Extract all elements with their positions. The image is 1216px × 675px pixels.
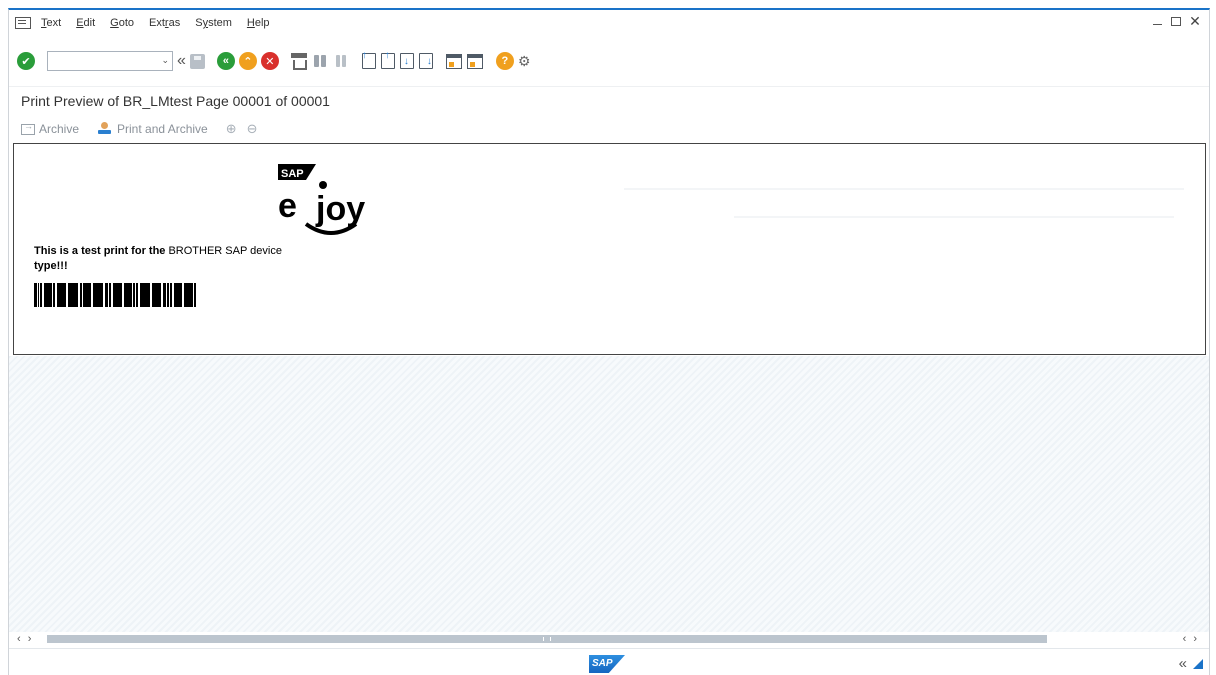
collapse-command-icon[interactable]: « [177, 52, 186, 70]
status-bar: SAP « [9, 648, 1209, 675]
logo-sap-text: SAP [281, 168, 304, 180]
menu-text-label: Text [41, 17, 62, 29]
settings-icon[interactable]: ⚙ [518, 53, 531, 70]
archive-button[interactable]: Archive [21, 121, 80, 136]
last-page-icon[interactable] [418, 53, 433, 69]
system-toolbar: ✔ ⌄ « « ⌃ ✕ ? ⚙ [9, 48, 1209, 74]
first-page-icon[interactable] [361, 50, 376, 69]
window-controls: ✕ [1151, 14, 1201, 28]
menu-item-help[interactable]: Help [247, 17, 270, 29]
status-resize-icon[interactable] [1193, 659, 1203, 669]
command-input[interactable] [48, 53, 158, 71]
menu-item-extras[interactable]: Extras [149, 17, 180, 29]
archive-icon [21, 121, 35, 135]
print-archive-icon [97, 122, 113, 136]
scrollbar-thumb[interactable] [47, 635, 1047, 643]
scroll-left-right-icon[interactable]: ‹ › [17, 633, 47, 645]
horizontal-scrollbar[interactable]: ‹ › ‹ › [9, 632, 1209, 646]
print-preview-page: SAP e joy This is a test print for the B… [13, 143, 1206, 355]
page-title: Print Preview of BR_LMtest Page 00001 of… [9, 86, 1209, 114]
sap-window: Text Edit Goto Extras System Help ✕ ✔ ⌄ … [8, 8, 1210, 675]
menu-system-label: System [195, 17, 232, 29]
barcode [34, 283, 196, 307]
sap-ejoy-logo: SAP e joy [278, 164, 365, 235]
sap-logo: SAP [589, 655, 625, 673]
workspace-background [9, 356, 1209, 632]
chevron-down-icon[interactable]: ⌄ [161, 55, 169, 66]
menu-help-label: Help [246, 17, 270, 29]
help-icon[interactable]: ? [495, 52, 514, 70]
close-button[interactable]: ✕ [1189, 14, 1201, 28]
menu-goto-label: Goto [110, 17, 135, 29]
command-field[interactable]: ⌄ [47, 51, 173, 71]
collapse-status-icon[interactable]: « [1179, 655, 1187, 672]
archive-label: Archive [39, 122, 80, 136]
menu-icon[interactable] [15, 17, 31, 29]
minimize-button[interactable] [1151, 15, 1163, 27]
faint-line [624, 188, 1184, 190]
back-icon[interactable]: « [216, 52, 235, 70]
logo-e-text: e [278, 187, 297, 225]
logo-joy-text: joy [315, 190, 365, 228]
maximize-icon [1171, 16, 1181, 26]
zoom-in-icon[interactable]: ⊕ [226, 121, 237, 137]
print-archive-label: Print and Archive [117, 122, 208, 136]
faint-line [734, 216, 1174, 218]
print-icon[interactable] [290, 53, 307, 70]
menu-item-system[interactable]: System [195, 17, 232, 29]
menu-item-goto[interactable]: Goto [110, 17, 134, 29]
find-next-icon[interactable] [333, 53, 349, 69]
print-and-archive-button[interactable]: Print and Archive [97, 122, 208, 136]
scrollbar-grip-icon [543, 637, 551, 641]
application-toolbar: Archive Print and Archive ⊕ ⊖ [9, 116, 1209, 142]
menu-extras-label: Extras [149, 17, 181, 29]
enter-check-icon[interactable]: ✔ [17, 52, 35, 70]
previous-page-icon[interactable] [380, 50, 395, 69]
menu-item-edit[interactable]: Edit [76, 17, 95, 29]
maximize-button[interactable] [1170, 15, 1182, 27]
document-text-bold: This is a test print for the [34, 245, 166, 257]
shortcut-icon[interactable] [466, 53, 483, 69]
menu-edit-label: Edit [76, 17, 96, 29]
save-icon[interactable] [189, 53, 205, 69]
new-session-icon[interactable] [445, 53, 462, 69]
next-page-icon[interactable] [399, 53, 414, 69]
find-icon[interactable] [312, 53, 328, 69]
document-text-regular: BROTHER SAP device [168, 245, 282, 257]
cancel-icon[interactable]: ✕ [260, 52, 279, 70]
minimize-icon [1152, 17, 1162, 25]
scroll-right-left-icon[interactable]: ‹ › [1183, 633, 1199, 645]
document-text-line2: type!!! [34, 260, 68, 272]
zoom-out-icon[interactable]: ⊖ [247, 121, 258, 137]
exit-icon[interactable]: ⌃ [238, 52, 257, 70]
document-text: This is a test print for the BROTHER SAP… [34, 244, 364, 274]
menu-bar: Text Edit Goto Extras System Help ✕ [9, 10, 1209, 36]
menu-item-text[interactable]: Text [41, 17, 61, 29]
